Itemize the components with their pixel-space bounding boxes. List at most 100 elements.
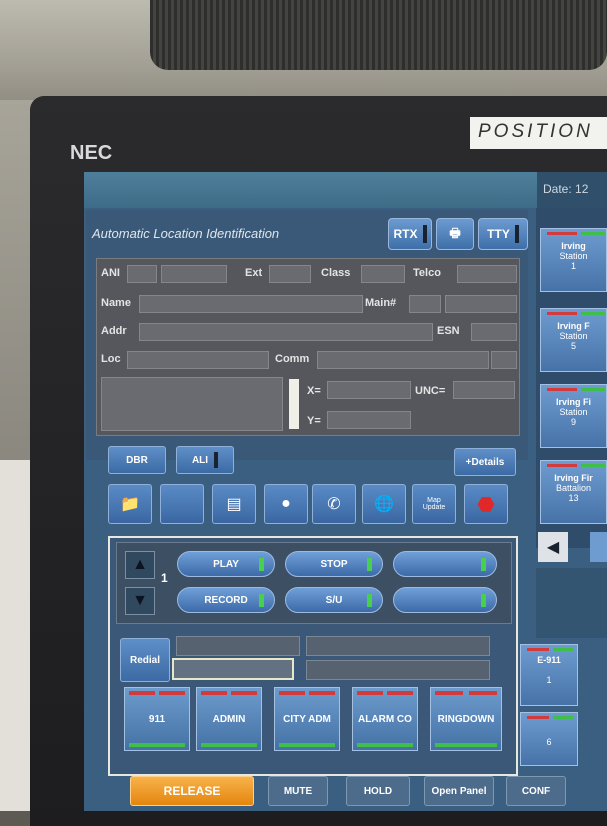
status-bar — [581, 388, 605, 391]
details-button[interactable]: +Details — [454, 448, 516, 476]
globe-button[interactable]: 🌐 — [362, 484, 406, 524]
card-title: Irving Fir — [554, 473, 593, 483]
line-up-button[interactable]: ▲ — [125, 551, 155, 579]
print-button[interactable]: 🖶 — [436, 218, 474, 250]
record-button[interactable]: RECORD — [177, 587, 275, 613]
play-label: PLAY — [213, 558, 239, 570]
release-button[interactable]: RELEASE — [130, 776, 254, 806]
esn-field — [471, 323, 517, 341]
hold-button[interactable]: HOLD — [346, 776, 410, 806]
line-title: E-911 — [537, 655, 561, 665]
status-bar — [279, 691, 305, 695]
x-label: X= — [307, 385, 321, 397]
card-title: Irving Fi — [555, 397, 591, 407]
folder-icon: 📁 — [120, 496, 140, 513]
blank-player-button-1[interactable] — [393, 551, 497, 577]
name-field — [139, 295, 363, 313]
status-bar — [435, 743, 497, 747]
trunk-ringdown-button[interactable]: RINGDOWN — [430, 687, 502, 751]
rtx-label: RTX — [393, 227, 418, 241]
redial-selected-field[interactable] — [172, 658, 294, 680]
class-field — [361, 265, 405, 283]
name-label: Name — [101, 297, 131, 309]
card-button[interactable]: ▤ — [212, 484, 256, 524]
ali-form: ANI Ext Class Telco Name Main# Addr ESN … — [96, 258, 520, 436]
trunk-911-button[interactable]: 911 — [124, 687, 190, 751]
led-indicator — [367, 594, 372, 607]
status-bar — [547, 388, 577, 391]
status-bar — [581, 232, 605, 235]
ali-label: ALI — [191, 454, 209, 466]
led-indicator — [422, 225, 427, 243]
record-dot-button[interactable]: ● — [264, 484, 308, 524]
station-card-4[interactable]: Irving Fir Battalion 13 — [540, 460, 607, 524]
led-indicator — [514, 225, 519, 243]
status-bar — [357, 743, 413, 747]
status-bar — [435, 691, 463, 695]
status-bar — [357, 691, 383, 695]
led-indicator — [214, 452, 219, 468]
page-right-button[interactable] — [590, 532, 607, 562]
trunk-admin-button[interactable]: ADMIN — [196, 687, 262, 751]
x-field — [327, 381, 411, 399]
status-bar — [547, 232, 577, 235]
tty-label: TTY — [487, 227, 510, 241]
card-title: Irving — [561, 241, 586, 251]
stop-sign-button[interactable]: ⬣ — [464, 484, 508, 524]
trunk-city-adm-button[interactable]: CITY ADM — [274, 687, 340, 751]
ceiling-light — [150, 0, 607, 70]
ali-button[interactable]: ALI — [176, 446, 234, 474]
page-left-button[interactable]: ◀ — [538, 532, 568, 562]
ext-field — [269, 265, 311, 283]
led-indicator — [259, 558, 264, 571]
station-card-2[interactable]: Irving F Station 5 — [540, 308, 607, 372]
triangle-down-icon: ▼ — [132, 592, 148, 609]
redial-button[interactable]: Redial — [120, 638, 170, 682]
blank-tool-button[interactable] — [160, 484, 204, 524]
redial-info-field-2 — [306, 660, 490, 680]
card-num: 9 — [570, 417, 576, 427]
card-title: Irving F — [557, 321, 590, 331]
status-bar — [201, 691, 227, 695]
dbr-button[interactable]: DBR — [108, 446, 166, 474]
status-bar — [309, 691, 335, 695]
su-button[interactable]: S/U — [285, 587, 383, 613]
comm-field-2 — [491, 351, 517, 369]
map-update-button[interactable]: Map Update — [412, 484, 456, 524]
globe-icon: 🌐 — [374, 496, 394, 513]
blank-player-button-2[interactable] — [393, 587, 497, 613]
addr-field — [139, 323, 433, 341]
status-bar — [527, 648, 549, 651]
mute-button[interactable]: MUTE — [268, 776, 328, 806]
status-bar — [527, 716, 549, 719]
unc-field — [453, 381, 515, 399]
redial-info-field-1 — [306, 636, 490, 656]
loc-field — [127, 351, 269, 369]
phone-button[interactable]: ✆ — [312, 484, 356, 524]
tty-button[interactable]: TTY — [478, 218, 528, 250]
open-panel-button[interactable]: Open Panel — [424, 776, 494, 806]
station-card-1[interactable]: Irving Station 1 — [540, 228, 607, 292]
comm-label: Comm — [275, 353, 310, 365]
date-label: Date: — [543, 182, 572, 196]
line-card-6[interactable]: 6 — [520, 712, 578, 766]
date-bar: Date: 12 — [537, 172, 607, 208]
line-down-button[interactable]: ▼ — [125, 587, 155, 615]
trunk-label: ALARM CO — [358, 713, 412, 725]
y-field — [327, 411, 411, 429]
comm-field — [317, 351, 489, 369]
conf-button[interactable]: CONF — [506, 776, 566, 806]
station-card-3[interactable]: Irving Fi Station 9 — [540, 384, 607, 448]
screen: Date: 12 Automatic Location Identificati… — [84, 172, 607, 811]
led-indicator — [259, 594, 264, 607]
e911-line-card[interactable]: E-911 1 — [520, 644, 578, 706]
dot-icon: ● — [281, 495, 291, 512]
addr-label: Addr — [101, 325, 127, 337]
folder-button[interactable]: 📁 — [108, 484, 152, 524]
play-button[interactable]: PLAY — [177, 551, 275, 577]
ani-field-2 — [161, 265, 227, 283]
class-label: Class — [321, 267, 351, 279]
rtx-button[interactable]: RTX — [388, 218, 432, 250]
trunk-alarm-co-button[interactable]: ALARM CO — [352, 687, 418, 751]
stop-button[interactable]: STOP — [285, 551, 383, 577]
